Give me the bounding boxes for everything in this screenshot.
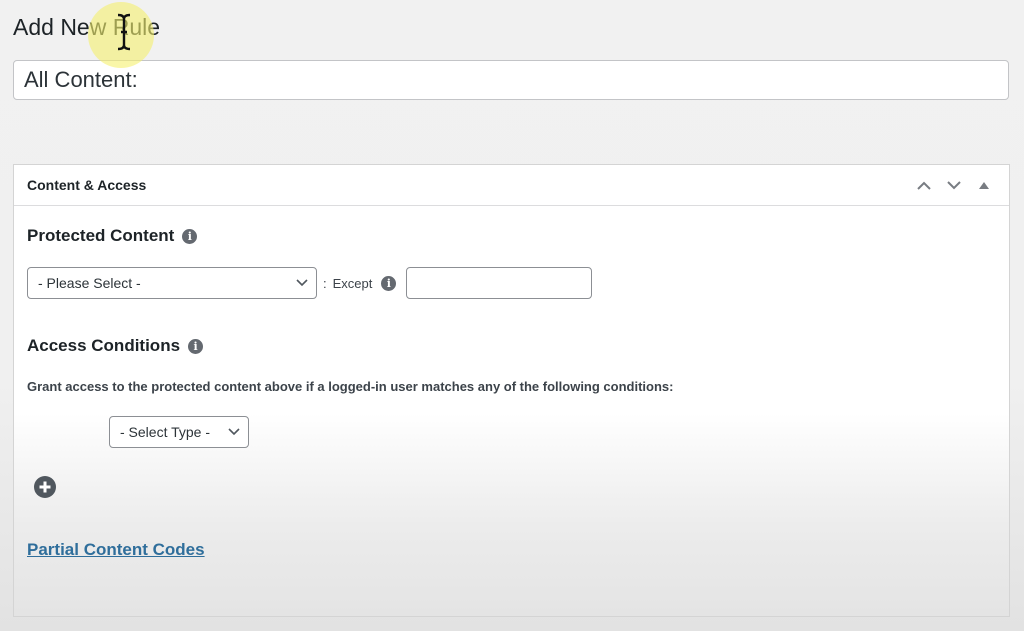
info-icon[interactable]: i — [188, 338, 204, 354]
toggle-panel-button[interactable] — [972, 173, 996, 197]
panel-actions — [912, 173, 996, 197]
chevron-down-icon — [296, 279, 308, 287]
partial-content-section: Partial Content Codes — [27, 540, 996, 560]
chevron-up-icon — [917, 181, 931, 190]
except-separator: : — [323, 275, 327, 291]
move-up-button[interactable] — [912, 173, 936, 197]
chevron-down-icon — [228, 428, 240, 436]
protected-content-row: - Please Select - : Except i — [27, 267, 996, 299]
access-conditions-heading: Access Conditions i — [27, 336, 996, 356]
info-icon[interactable]: i — [182, 228, 198, 244]
panel-body: Protected Content i - Please Select - : … — [14, 226, 1009, 560]
except-input[interactable] — [406, 267, 593, 299]
add-condition-button[interactable] — [34, 476, 56, 498]
move-down-button[interactable] — [942, 173, 966, 197]
content-access-panel: Content & Access Protected Content i - P… — [13, 164, 1010, 617]
partial-content-codes-link[interactable]: Partial Content Codes — [27, 540, 205, 559]
protected-content-label: Protected Content — [27, 226, 175, 245]
triangle-up-icon — [979, 181, 989, 189]
except-label: Except — [332, 275, 373, 291]
chevron-down-icon — [947, 180, 961, 189]
panel-title: Content & Access — [27, 177, 147, 193]
condition-type-select[interactable]: - Select Type - — [109, 416, 249, 448]
protected-content-select[interactable]: - Please Select - — [27, 267, 317, 299]
plus-icon — [39, 481, 51, 493]
protected-content-select-value: - Please Select - — [38, 275, 141, 291]
protected-content-heading: Protected Content i — [27, 226, 996, 246]
access-conditions-description: Grant access to the protected content ab… — [27, 379, 674, 394]
page-title: Add New Rule — [13, 14, 161, 40]
access-conditions-label: Access Conditions — [27, 336, 181, 355]
info-icon[interactable]: i — [381, 275, 397, 291]
panel-header: Content & Access — [14, 165, 1009, 206]
condition-type-select-value: - Select Type - — [120, 424, 211, 440]
rule-title-input[interactable] — [13, 60, 1009, 100]
